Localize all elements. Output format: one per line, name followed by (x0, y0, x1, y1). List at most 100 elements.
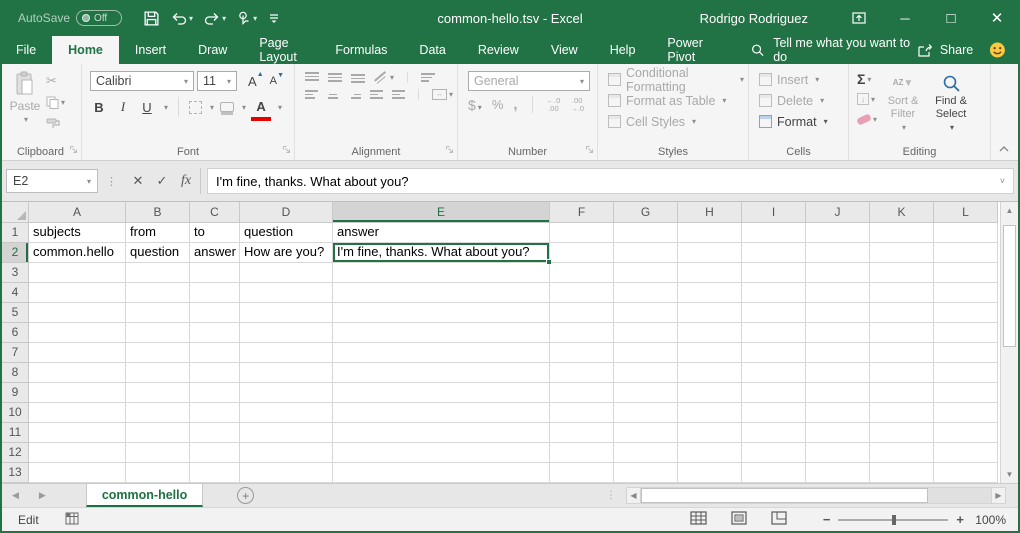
cell-L6[interactable] (934, 323, 998, 343)
cell-C12[interactable] (190, 443, 240, 463)
customize-qat-button[interactable] (264, 8, 284, 28)
percent-format-button[interactable]: % (492, 97, 504, 112)
touch-mouse-mode-button[interactable]: ▾ (233, 8, 260, 29)
cell-C7[interactable] (190, 343, 240, 363)
cell-H8[interactable] (678, 363, 742, 383)
cut-button[interactable]: ✂ (46, 73, 65, 89)
comma-format-button[interactable]: , (513, 96, 517, 113)
next-sheet-button[interactable]: ▶ (29, 484, 56, 507)
column-header-G[interactable]: G (614, 202, 678, 223)
cell-K11[interactable] (870, 423, 934, 443)
zoom-in-button[interactable]: + (956, 512, 964, 527)
cell-E11[interactable] (333, 423, 550, 443)
cell-I6[interactable] (742, 323, 806, 343)
cell-G1[interactable] (614, 223, 678, 243)
sheet-tab-common-hello[interactable]: common-hello (86, 484, 203, 507)
format-cells-button[interactable]: Format▾ (759, 111, 844, 132)
cell-C2[interactable]: answer (190, 243, 240, 263)
cell-A3[interactable] (29, 263, 126, 283)
cell-B5[interactable] (126, 303, 190, 323)
cell-A13[interactable] (29, 463, 126, 483)
bold-button[interactable]: B (90, 97, 108, 117)
zoom-slider-thumb[interactable] (892, 515, 896, 525)
cell-D2[interactable]: How are you? (240, 243, 333, 263)
tab-review[interactable]: Review (462, 36, 535, 64)
formula-input[interactable]: I'm fine, thanks. What about you? ˅ (207, 168, 1014, 194)
increase-decimal-button[interactable]: ←.0.00 (547, 97, 561, 113)
cell-J13[interactable] (806, 463, 870, 483)
cell-F7[interactable] (550, 343, 614, 363)
cell-J1[interactable] (806, 223, 870, 243)
account-user-name[interactable]: Rodrigo Rodriguez (700, 11, 808, 26)
cell-L9[interactable] (934, 383, 998, 403)
cell-K8[interactable] (870, 363, 934, 383)
cell-D10[interactable] (240, 403, 333, 423)
cell-B13[interactable] (126, 463, 190, 483)
cell-L4[interactable] (934, 283, 998, 303)
expand-formula-bar-icon[interactable]: ˅ (1000, 176, 1005, 186)
align-left-icon[interactable] (305, 89, 318, 100)
maximize-button[interactable]: □ (928, 0, 974, 36)
row-header-6[interactable]: 6 (2, 323, 29, 343)
cell-E12[interactable] (333, 443, 550, 463)
format-painter-button[interactable] (46, 115, 65, 131)
cell-E13[interactable] (333, 463, 550, 483)
cell-F11[interactable] (550, 423, 614, 443)
cell-G7[interactable] (614, 343, 678, 363)
cell-F10[interactable] (550, 403, 614, 423)
cell-I1[interactable] (742, 223, 806, 243)
cell-styles-button[interactable]: Cell Styles▾ (608, 111, 744, 132)
cell-F9[interactable] (550, 383, 614, 403)
cell-E4[interactable] (333, 283, 550, 303)
cell-I12[interactable] (742, 443, 806, 463)
row-header-13[interactable]: 13 (2, 463, 29, 483)
cell-D6[interactable] (240, 323, 333, 343)
cell-K7[interactable] (870, 343, 934, 363)
align-right-icon[interactable] (349, 89, 362, 100)
collapse-ribbon-button[interactable] (998, 142, 1010, 156)
tell-me-box[interactable]: Tell me what you want to do (751, 36, 917, 64)
save-button[interactable] (140, 8, 163, 29)
touch-mode-dropdown-icon[interactable]: ▾ (253, 14, 257, 23)
cell-A10[interactable] (29, 403, 126, 423)
page-break-preview-button[interactable] (771, 511, 787, 528)
cell-K3[interactable] (870, 263, 934, 283)
sort-filter-button[interactable]: AZ▼ Sort & Filter▾ (879, 71, 927, 144)
column-header-C[interactable]: C (190, 202, 240, 223)
cell-F1[interactable] (550, 223, 614, 243)
cell-J2[interactable] (806, 243, 870, 263)
cell-B7[interactable] (126, 343, 190, 363)
cell-I4[interactable] (742, 283, 806, 303)
row-header-12[interactable]: 12 (2, 443, 29, 463)
decrease-decimal-button[interactable]: .00→.0 (570, 97, 584, 113)
cell-A6[interactable] (29, 323, 126, 343)
cell-G11[interactable] (614, 423, 678, 443)
borders-dropdown-icon[interactable]: ▾ (210, 103, 214, 112)
cell-G3[interactable] (614, 263, 678, 283)
cell-L1[interactable] (934, 223, 998, 243)
cell-K5[interactable] (870, 303, 934, 323)
cell-B6[interactable] (126, 323, 190, 343)
cell-L8[interactable] (934, 363, 998, 383)
cell-K9[interactable] (870, 383, 934, 403)
zoom-level[interactable]: 100% (972, 513, 1006, 527)
cell-H10[interactable] (678, 403, 742, 423)
row-header-3[interactable]: 3 (2, 263, 29, 283)
column-header-E[interactable]: E (333, 202, 550, 223)
cell-I8[interactable] (742, 363, 806, 383)
cell-K10[interactable] (870, 403, 934, 423)
row-header-1[interactable]: 1 (2, 223, 29, 243)
cell-D8[interactable] (240, 363, 333, 383)
formula-bar-divider-icon[interactable]: ⋮ (106, 175, 118, 188)
cell-H12[interactable] (678, 443, 742, 463)
undo-button[interactable]: ▾ (167, 8, 196, 28)
decrease-font-size-button[interactable]: A▼ (270, 75, 277, 87)
cell-C11[interactable] (190, 423, 240, 443)
cell-G10[interactable] (614, 403, 678, 423)
cell-F12[interactable] (550, 443, 614, 463)
merge-center-button[interactable]: ↔▾ (432, 89, 453, 100)
paste-dropdown-icon[interactable]: ▾ (24, 115, 28, 124)
cell-A7[interactable] (29, 343, 126, 363)
cell-D9[interactable] (240, 383, 333, 403)
cell-H11[interactable] (678, 423, 742, 443)
